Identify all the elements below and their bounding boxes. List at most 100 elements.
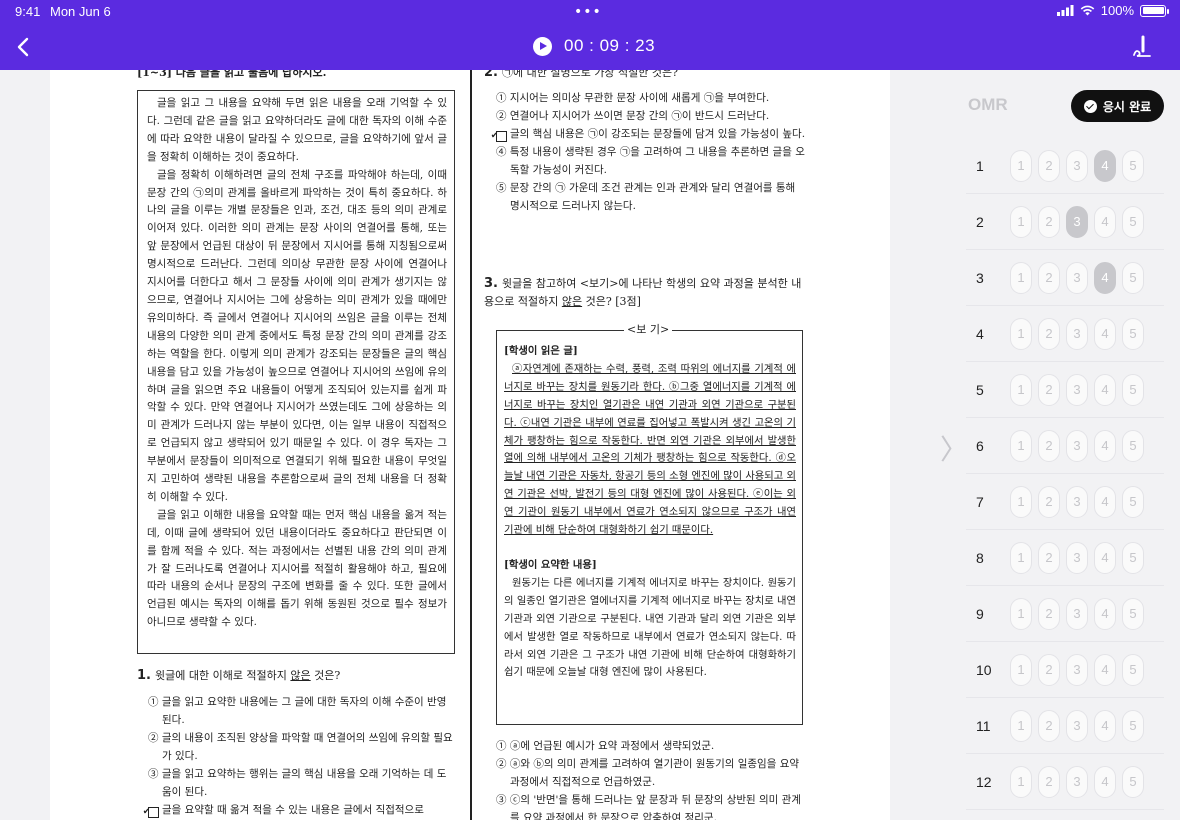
omr-bubble[interactable]: 3: [1066, 653, 1088, 686]
omr-bubble[interactable]: 2: [1038, 653, 1060, 686]
omr-question-number: 3: [976, 269, 984, 286]
omr-bubble[interactable]: 5: [1122, 261, 1144, 294]
omr-bubble[interactable]: 4: [1094, 653, 1116, 686]
omr-row: 412345: [966, 306, 1164, 362]
chevron-left-icon[interactable]: [12, 34, 36, 60]
omr-bubble[interactable]: 2: [1038, 149, 1060, 182]
option-item[interactable]: ① ⓐ에 언급된 예시가 요약 과정에서 생략되었군.: [496, 737, 806, 755]
omr-bubble[interactable]: 2: [1038, 261, 1060, 294]
omr-bubble[interactable]: 1: [1010, 205, 1032, 238]
omr-bubble[interactable]: 5: [1122, 765, 1144, 798]
omr-bubble[interactable]: 5: [1122, 709, 1144, 742]
omr-row: 112345: [966, 138, 1164, 194]
question-title-emphasis: 않은: [290, 669, 311, 682]
option-item[interactable]: ⑤ 문장 간의 ㉠ 가운데 조건 관계는 인과 관계와 달리 연결어를 통해 명…: [496, 179, 806, 215]
option-item[interactable]: ① 지시어는 의미상 무관한 문장 사이에 새롭게 ㉠을 부여한다.: [496, 89, 806, 107]
multitask-dots-icon[interactable]: •••: [574, 4, 602, 20]
omr-bubble[interactable]: 3: [1066, 317, 1088, 350]
omr-bubble[interactable]: 5: [1122, 653, 1144, 686]
bogi-label: <보 기>: [624, 321, 673, 337]
option-item[interactable]: ③ ⓒ의 '반면'을 통해 드러나는 앞 문장과 뒤 문장의 상반된 의미 관계…: [496, 791, 806, 820]
option-item[interactable]: ② 글의 내용이 조직된 양상을 파악할 때 연결어의 쓰임에 유의할 필요가 …: [148, 729, 456, 765]
omr-bubble[interactable]: 3: [1066, 261, 1088, 294]
omr-bubble[interactable]: 2: [1038, 205, 1060, 238]
omr-bubble[interactable]: 1: [1010, 261, 1032, 294]
omr-bubble[interactable]: 4: [1094, 541, 1116, 574]
omr-bubble[interactable]: 3: [1066, 765, 1088, 798]
omr-bubble[interactable]: 1: [1010, 149, 1032, 182]
option-item-checked[interactable]: ✔ 글의 핵심 내용은 ㉠이 강조되는 문장들에 담겨 있을 가능성이 높다.: [491, 125, 806, 143]
status-time: 9:41: [15, 4, 41, 19]
omr-bubble[interactable]: 5: [1122, 317, 1144, 350]
omr-bubble[interactable]: 5: [1122, 373, 1144, 406]
play-icon[interactable]: [533, 36, 552, 56]
omr-bubble[interactable]: 2: [1038, 373, 1060, 406]
omr-bubble[interactable]: 3: [1066, 149, 1088, 182]
omr-bubble[interactable]: 4: [1094, 317, 1116, 350]
omr-bubble[interactable]: 3: [1066, 541, 1088, 574]
omr-bubble[interactable]: 1: [1010, 317, 1032, 350]
omr-bubble[interactable]: 1: [1010, 765, 1032, 798]
omr-bubble[interactable]: 1: [1010, 373, 1032, 406]
omr-bubble[interactable]: 4: [1094, 429, 1116, 462]
option-text: 글의 핵심 내용은 ㉠이 강조되는 문장들에 담겨 있을 가능성이 높다.: [510, 128, 806, 140]
omr-bubble[interactable]: 2: [1038, 597, 1060, 630]
omr-question-number: 7: [976, 493, 984, 510]
option-item[interactable]: ④ 특정 내용이 생략된 경우 ㉠을 고려하여 그 내용을 추론하면 글을 오독…: [496, 143, 806, 179]
omr-bubble[interactable]: 2: [1038, 541, 1060, 574]
question-1-options: ① 글을 읽고 요약한 내용에는 그 글에 대한 독자의 이해 수준이 반영된다…: [143, 693, 456, 819]
omr-bubble[interactable]: 2: [1038, 709, 1060, 742]
omr-bubble[interactable]: 3: [1066, 373, 1088, 406]
option-item[interactable]: ② 연결어나 지시어가 쓰이면 문장 간의 ㉠이 반드시 드러난다.: [496, 107, 806, 125]
omr-bubble[interactable]: 4: [1094, 149, 1116, 182]
submit-exam-button[interactable]: 응시 완료: [1071, 90, 1164, 122]
omr-row: 7 12345: [966, 474, 1164, 530]
omr-bubble[interactable]: 4: [1094, 709, 1116, 742]
signal-icon: [1056, 5, 1074, 16]
omr-bubble[interactable]: 1: [1010, 653, 1032, 686]
omr-bubble[interactable]: 3: [1066, 597, 1088, 630]
pen-icon[interactable]: [1130, 34, 1156, 60]
omr-bubble[interactable]: 4: [1094, 765, 1116, 798]
omr-bubble[interactable]: 5: [1122, 541, 1144, 574]
omr-row: 6 12345: [966, 418, 1164, 474]
omr-bubble[interactable]: 2: [1038, 317, 1060, 350]
omr-row: 11 1 2 3 4 5: [966, 698, 1164, 754]
omr-bubble[interactable]: 1: [1010, 709, 1032, 742]
omr-bubble[interactable]: 1: [1010, 597, 1032, 630]
exam-timer[interactable]: 00 : 09 : 23: [533, 36, 655, 56]
omr-bubble[interactable]: 4: [1094, 597, 1116, 630]
omr-bubble[interactable]: 1: [1010, 541, 1032, 574]
omr-bubble[interactable]: 5: [1122, 485, 1144, 518]
check-mark-icon: ✔: [143, 807, 159, 818]
omr-bubble[interactable]: 3: [1066, 485, 1088, 518]
question-number: 3.: [484, 276, 498, 291]
exam-paper[interactable]: [1~3] 다음 글을 읽고 물음에 답하시오. 글을 읽고 그 내용을 요약해…: [50, 70, 890, 820]
omr-bubble[interactable]: 5: [1122, 149, 1144, 182]
option-item-checked[interactable]: ✔ 글을 요약할 때 옮겨 적을 수 있는 내용은 글에서 직접적으로: [143, 801, 456, 819]
omr-bubble[interactable]: 5: [1122, 429, 1144, 462]
omr-bubble[interactable]: 1: [1010, 429, 1032, 462]
omr-row: 212345: [966, 194, 1164, 250]
omr-bubble[interactable]: 5: [1122, 205, 1144, 238]
omr-bubble[interactable]: 4: [1094, 373, 1116, 406]
omr-bubble[interactable]: 3: [1066, 429, 1088, 462]
omr-bubble[interactable]: 2: [1038, 765, 1060, 798]
chevron-right-icon[interactable]: 〉: [940, 428, 968, 468]
omr-bubble[interactable]: 2: [1038, 429, 1060, 462]
question-2: 2. ㉠에 대한 설명으로 가장 적절한 것은?: [484, 70, 804, 82]
bogi-section-heading: [학생이 요약한 내용]: [504, 558, 597, 571]
omr-row: 512345: [966, 362, 1164, 418]
omr-bubble[interactable]: 5: [1122, 597, 1144, 630]
omr-bubble[interactable]: 2: [1038, 485, 1060, 518]
omr-bubble[interactable]: 4: [1094, 261, 1116, 294]
omr-bubble[interactable]: 4: [1094, 485, 1116, 518]
omr-bubble[interactable]: 4: [1094, 205, 1116, 238]
option-item[interactable]: ① 글을 읽고 요약한 내용에는 그 글에 대한 독자의 이해 수준이 반영된다…: [148, 693, 456, 729]
omr-bubble[interactable]: 3: [1066, 205, 1088, 238]
option-item[interactable]: ② ⓐ와 ⓑ의 의미 관계를 고려하여 열기관이 원동기의 일종임을 요약 과정…: [496, 755, 806, 791]
omr-question-number: 12: [976, 773, 992, 790]
omr-bubble[interactable]: 3: [1066, 709, 1088, 742]
option-item[interactable]: ③ 글을 읽고 요약하는 행위는 글의 핵심 내용을 오래 기억하는 데 도움이…: [148, 765, 456, 801]
omr-bubble[interactable]: 1: [1010, 485, 1032, 518]
